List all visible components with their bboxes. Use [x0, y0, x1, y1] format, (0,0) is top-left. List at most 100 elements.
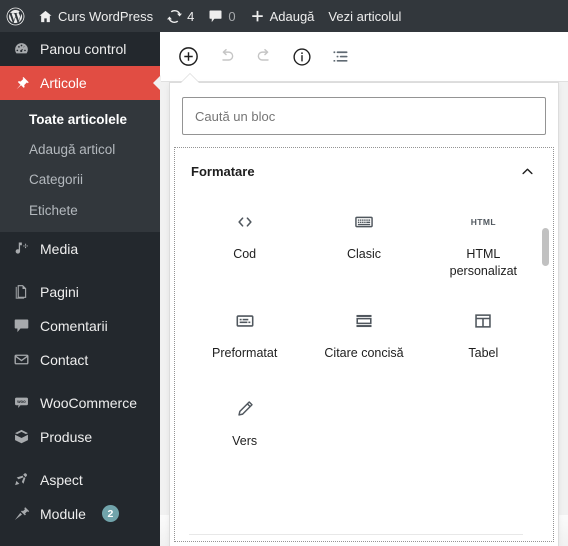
submenu-item-add-post[interactable]: Adaugă articol — [0, 135, 160, 165]
block-label: Citare concisă — [324, 345, 404, 360]
sidebar-item-label: Comentarii — [40, 317, 108, 334]
sidebar-item-dashboard[interactable]: Panou control — [0, 32, 160, 66]
pullquote-icon — [353, 304, 375, 338]
html-tag-icon: HTML — [471, 205, 496, 239]
block-label: Tabel — [468, 345, 499, 360]
block-label: Clasic — [346, 247, 382, 261]
block-inserter-popover: Formatare Cod Clasic — [169, 82, 559, 546]
sidebar-item-label: Produse — [40, 428, 93, 445]
plugins-update-badge: 2 — [101, 505, 119, 523]
comment-bubble-icon — [208, 9, 223, 24]
block-label: Preformatat — [212, 345, 278, 360]
sidebar-item-label: Panou control — [40, 41, 127, 57]
updates-count: 4 — [187, 8, 195, 24]
home-icon — [38, 9, 53, 24]
submenu-item-categories[interactable]: Categorii — [0, 165, 160, 195]
block-item-table[interactable]: Tabel — [424, 294, 543, 380]
list-view-icon — [330, 46, 351, 67]
sidebar-item-label: Module — [40, 505, 86, 522]
comment-icon — [11, 317, 31, 334]
sidebar-item-contact[interactable]: Contact — [0, 343, 160, 377]
sidebar-item-pages[interactable]: Pagini — [0, 275, 160, 309]
sidebar-item-woocommerce[interactable]: woo WooCommerce — [0, 386, 160, 420]
plus-icon — [250, 9, 265, 24]
plus-circle-icon — [177, 45, 200, 68]
block-item-code[interactable]: Cod — [185, 195, 304, 292]
dashboard-icon — [11, 41, 31, 58]
list-view-button[interactable] — [323, 40, 357, 74]
submenu-item-tags[interactable]: Etichete — [0, 196, 160, 226]
admin-bar: Curs WordPress 4 0 Adaugă Vezi articolul — [0, 0, 568, 32]
undo-button[interactable] — [209, 40, 243, 74]
preformatted-icon — [234, 304, 256, 338]
block-item-preformatted[interactable]: Preformatat — [185, 294, 304, 380]
block-item-pullquote[interactable]: Citare concisă — [304, 294, 423, 380]
sidebar-item-posts[interactable]: Articole — [0, 66, 161, 100]
svg-text:woo: woo — [16, 399, 26, 404]
posts-submenu: Toate articolele Adaugă articol Categori… — [0, 100, 160, 232]
sidebar-item-label: Contact — [40, 351, 89, 368]
block-label: Vers — [232, 433, 258, 448]
submenu-item-all-posts[interactable]: Toate articolele — [0, 105, 160, 135]
panel-footer-divider — [189, 534, 523, 535]
category-title: Formatare — [191, 164, 255, 179]
search-input[interactable] — [182, 97, 546, 135]
sidebar-item-plugins[interactable]: Module 2 — [0, 497, 160, 531]
comments-button[interactable]: 0 — [201, 0, 242, 32]
sidebar-item-products[interactable]: Produse — [0, 420, 160, 454]
admin-sidebar-menu: Panou control Articole Toate articolele … — [0, 32, 161, 546]
sidebar-item-media[interactable]: Media — [0, 232, 160, 266]
sidebar-item-appearance[interactable]: Aspect — [0, 463, 160, 497]
envelope-icon — [11, 351, 31, 368]
inserter-scrollbar[interactable] — [540, 148, 552, 541]
pencil-icon — [234, 392, 256, 426]
block-item-verse[interactable]: Vers — [185, 382, 304, 468]
table-icon — [472, 304, 494, 338]
block-search-wrapper — [170, 83, 558, 147]
sidebar-item-label: Aspect — [40, 471, 83, 488]
updates-icon — [167, 9, 183, 24]
new-content-label: Adaugă — [269, 8, 315, 24]
sidebar-item-label: Pagini — [40, 283, 79, 300]
redo-button[interactable] — [247, 40, 281, 74]
view-post-label: Vezi articolul — [328, 8, 402, 24]
menu-separator — [0, 377, 160, 386]
sidebar-item-label: Articole — [40, 75, 87, 91]
pin-icon — [11, 75, 31, 92]
site-name-button[interactable]: Curs WordPress — [31, 0, 160, 32]
html-tag-text: HTML — [470, 217, 496, 227]
add-block-button[interactable] — [171, 40, 205, 74]
sidebar-item-label: WooCommerce — [40, 394, 137, 411]
details-button[interactable] — [285, 40, 319, 74]
media-icon — [11, 240, 31, 257]
site-name-label: Curs WordPress — [58, 8, 154, 24]
category-header-formatting[interactable]: Formatare — [175, 148, 553, 191]
block-category-panel: Formatare Cod Clasic HTML HTML personali… — [174, 147, 554, 542]
wordpress-logo-button[interactable] — [0, 0, 31, 32]
chevron-up-icon[interactable] — [518, 162, 537, 181]
view-post-button[interactable]: Vezi articolul — [321, 0, 408, 32]
block-type-grid: Cod Clasic HTML HTML personalizat Prefor… — [175, 191, 553, 478]
inserter-scrollbar-thumb[interactable] — [542, 228, 549, 266]
block-item-classic[interactable]: Clasic — [304, 195, 423, 292]
block-label: HTML personalizat — [449, 247, 518, 278]
wordpress-logo-icon — [6, 7, 25, 26]
sidebar-item-comments[interactable]: Comentarii — [0, 309, 160, 343]
code-brackets-icon — [234, 205, 256, 239]
appearance-brush-icon — [11, 471, 31, 488]
undo-icon — [216, 46, 237, 67]
updates-button[interactable]: 4 — [160, 0, 201, 32]
menu-separator — [0, 454, 160, 463]
keyboard-icon — [353, 205, 375, 239]
editor-toolbar — [160, 32, 568, 82]
info-circle-icon — [291, 46, 313, 68]
woocommerce-icon: woo — [11, 394, 31, 411]
block-label: Cod — [233, 247, 257, 261]
sidebar-item-label: Media — [40, 240, 79, 257]
comments-count: 0 — [228, 8, 236, 24]
redo-icon — [254, 46, 275, 67]
new-content-button[interactable]: Adaugă — [243, 0, 322, 32]
plugin-plug-icon — [11, 505, 31, 522]
block-item-custom-html[interactable]: HTML HTML personalizat — [424, 195, 543, 292]
pages-icon — [11, 283, 31, 300]
